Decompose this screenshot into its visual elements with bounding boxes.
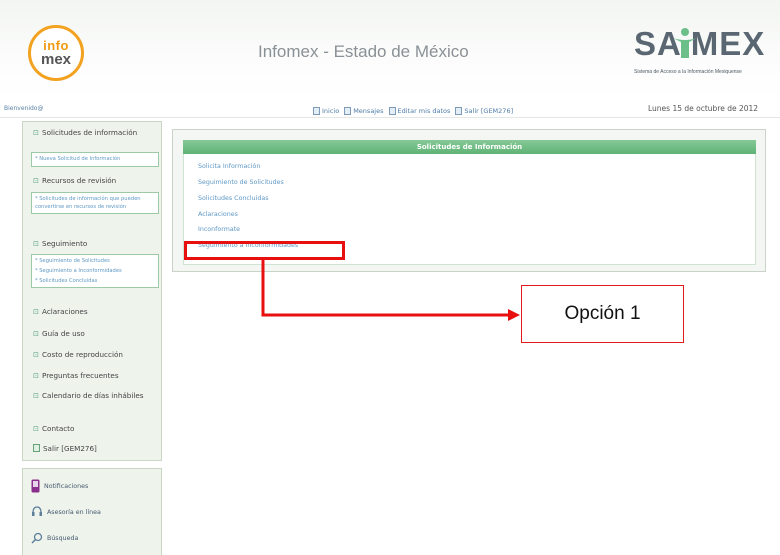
annotation-arrow: [261, 260, 520, 321]
callout-box: Opción 1: [521, 285, 684, 343]
